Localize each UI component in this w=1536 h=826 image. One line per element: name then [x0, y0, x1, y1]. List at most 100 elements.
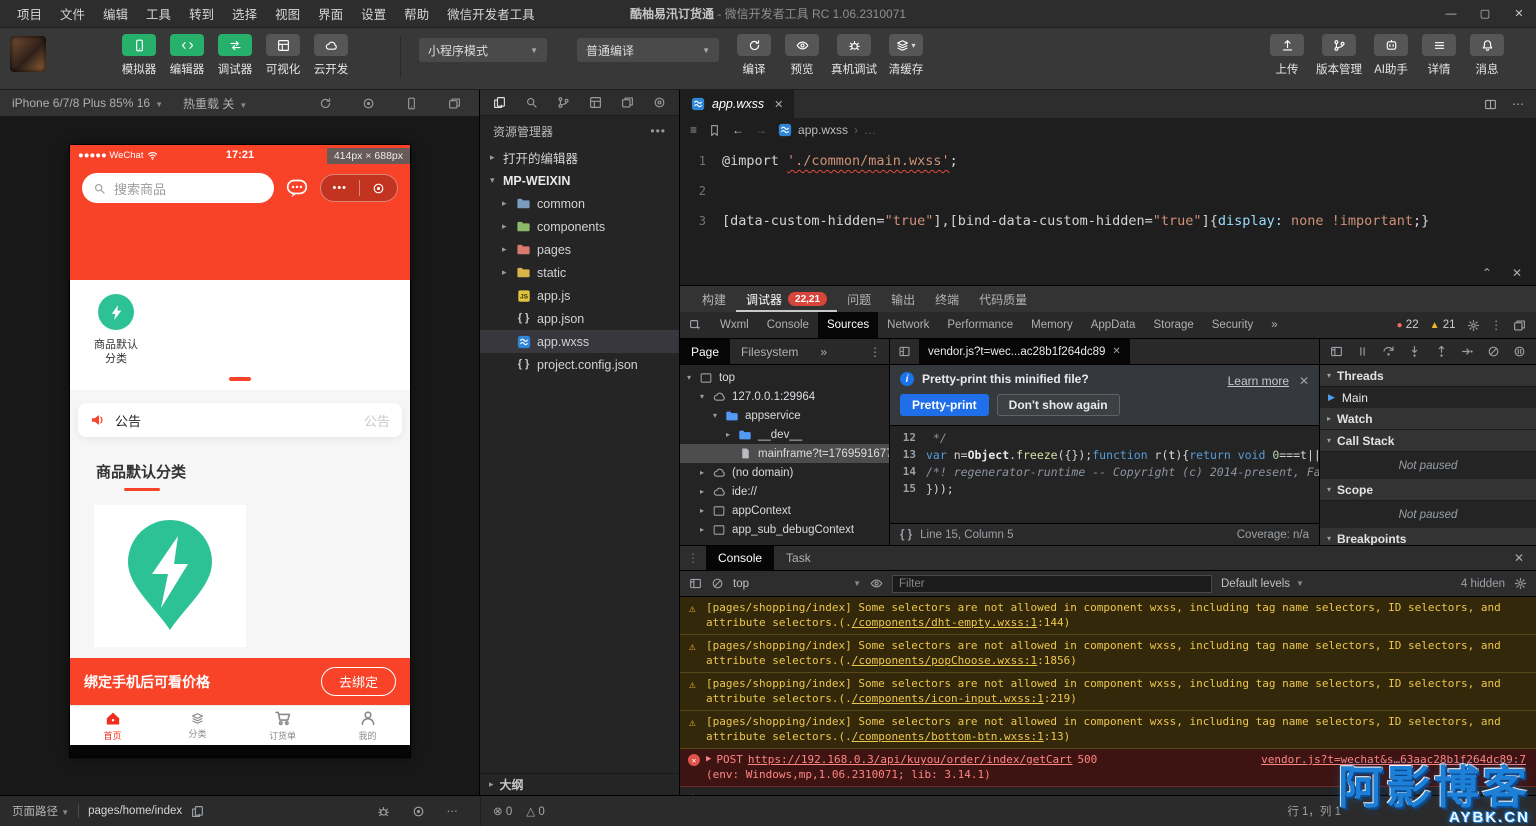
mode-select[interactable]: 小程序模式▼ [419, 38, 547, 62]
drawer-menu-icon[interactable]: ⋮ [680, 546, 706, 570]
devtools-tab[interactable]: Console [758, 312, 818, 338]
mode-button[interactable]: 云开发 [308, 34, 354, 77]
category-item[interactable]: 商品默认分类 [80, 294, 152, 366]
mode-button[interactable]: 模拟器 [116, 34, 162, 77]
menu-item[interactable]: 文件 [51, 4, 94, 23]
learn-more-link[interactable]: Learn more [1228, 374, 1289, 388]
console-source-link[interactable]: /components/popChoose.wxss:1 [852, 654, 1037, 667]
source-tree-item[interactable]: ▾ 127.0.0.1:29964 [680, 387, 889, 406]
phone-tab[interactable]: 订货单 [240, 706, 325, 745]
sidebar-section-header[interactable]: ▾Threads [1320, 365, 1536, 387]
problems-counter[interactable]: ⊗ 0 △ 0 [480, 796, 680, 826]
step-out-icon[interactable] [1435, 345, 1448, 358]
git-icon[interactable] [557, 96, 570, 109]
dock-side-icon[interactable] [1513, 319, 1526, 332]
source-tree-item[interactable]: ▸ (no domain) [680, 463, 889, 482]
preview-status-icon[interactable] [412, 804, 425, 818]
menu-item[interactable]: 选择 [223, 4, 266, 23]
file-tree-item[interactable]: ▸ pages [480, 238, 679, 261]
debug-status-icon[interactable] [377, 804, 390, 818]
source-tree-item[interactable]: ▸ app_sub_debugContext [680, 520, 889, 539]
file-tree-item[interactable]: ▸ static [480, 261, 679, 284]
console-source-link[interactable]: /components/icon-input.wxss:1 [852, 692, 1044, 705]
action-button[interactable]: 预览 [779, 34, 825, 77]
step-icon[interactable] [1461, 345, 1474, 358]
analysis-icon[interactable] [653, 96, 666, 109]
expand-icon[interactable]: ▶ [706, 752, 711, 767]
record-icon[interactable] [362, 97, 375, 110]
source-tree-item[interactable]: mainframe?t=17695916777 [680, 444, 889, 463]
sources-sidebar-tab[interactable]: » [809, 339, 838, 364]
toolbar-button[interactable]: 版本管理 [1312, 34, 1366, 77]
context-select[interactable]: top▼ [733, 578, 861, 590]
files-icon[interactable] [493, 96, 506, 109]
notice-bar[interactable]: 公告 公告 [78, 403, 402, 437]
devtools-tab[interactable]: Security [1203, 312, 1263, 338]
close-tab-icon[interactable]: ✕ [774, 98, 783, 111]
close-drawer-icon[interactable]: ✕ [1502, 546, 1536, 570]
error-count[interactable]: ● 22 [1397, 319, 1419, 331]
request-url-link[interactable]: https://192.168.0.3/api/kuyou/order/inde… [748, 752, 1073, 767]
sources-sidebar-tab[interactable]: Page [680, 339, 730, 364]
editor-code[interactable]: 1@import './common/main.wxss';23[data-cu… [680, 142, 1536, 285]
console-settings-icon[interactable] [1514, 577, 1527, 590]
devtools-tab[interactable]: Wxml [711, 312, 758, 338]
pretty-print-button[interactable]: Pretty-print [900, 394, 989, 416]
console-sidebar-icon[interactable] [689, 577, 702, 590]
product-image[interactable] [94, 505, 246, 647]
hidden-count[interactable]: 4 hidden [1461, 578, 1505, 590]
mode-button[interactable]: 编辑器 [164, 34, 210, 77]
menu-item[interactable]: 帮助 [395, 4, 438, 23]
console-prompt[interactable]: › [680, 787, 1536, 795]
menu-item[interactable]: 微信开发者工具 [438, 4, 544, 23]
page-path[interactable]: pages/home/index [88, 805, 182, 817]
editor-layout-icon[interactable] [621, 96, 634, 109]
exit-button[interactable] [360, 182, 398, 195]
nav-forward-icon[interactable]: → [755, 123, 767, 137]
error-source-link[interactable]: vendor.js?t=wechat&s…63aac28b1f264dc89:7 [1261, 752, 1526, 767]
file-tree-item[interactable]: { } app.json [480, 307, 679, 330]
collapse-panel-icon[interactable]: ⌃ [1482, 266, 1492, 280]
devtools-tab[interactable]: Performance [938, 312, 1022, 338]
close-button[interactable]: ✕ [1502, 0, 1536, 28]
file-tree-item[interactable]: ▸ components [480, 215, 679, 238]
menu-item[interactable]: 界面 [309, 4, 352, 23]
toolbar-button[interactable]: 上传 [1264, 34, 1310, 77]
devtools-tab[interactable]: Network [878, 312, 938, 338]
statusbar-more-icon[interactable]: ⋯ [447, 804, 459, 818]
step-into-icon[interactable] [1408, 345, 1421, 358]
thread-item[interactable]: ▶Main [1320, 387, 1536, 408]
sidebar-section-header[interactable]: ▾Call Stack [1320, 430, 1536, 452]
close-file-icon[interactable]: ✕ [1112, 346, 1120, 357]
toolbar-button[interactable]: AI助手 [1368, 34, 1414, 77]
source-tree-item[interactable]: ▸ ide:// [680, 482, 889, 501]
more-button[interactable]: ••• [321, 182, 359, 194]
outline-section[interactable]: ▸大纲 [480, 773, 679, 795]
action-button[interactable]: ▾ 清缓存 [883, 34, 929, 77]
sidebar-section-header[interactable]: ▾Breakpoints [1320, 528, 1536, 545]
toggle-drawer-icon[interactable] [1330, 345, 1343, 358]
filter-input[interactable] [892, 575, 1212, 593]
pause-icon[interactable] [1356, 345, 1369, 358]
device-icon[interactable] [405, 97, 418, 110]
menu-item[interactable]: 转到 [180, 4, 223, 23]
pause-on-exceptions-icon[interactable] [1513, 345, 1526, 358]
tab-list-icon[interactable] [890, 339, 919, 364]
panel-tab[interactable]: 调试器 22,21 [736, 286, 837, 312]
file-tree-item[interactable]: ▸ common [480, 192, 679, 215]
customer-service-icon[interactable] [285, 176, 309, 200]
console-tab[interactable]: Task [774, 546, 823, 570]
outline-icon[interactable]: ≡ [690, 123, 697, 137]
file-tree-item[interactable]: { } project.config.json [480, 353, 679, 376]
sidebar-section-header[interactable]: ▸Watch [1320, 408, 1536, 430]
cursor-position-status[interactable]: 行 1，列 1 [680, 796, 1536, 826]
panel-tab[interactable]: 构建 [692, 286, 736, 312]
toolbar-button[interactable]: 详情 [1416, 34, 1462, 77]
log-levels-select[interactable]: Default levels▼ [1221, 578, 1304, 590]
source-tree-item[interactable]: ▸ __dev__ [680, 425, 889, 444]
clear-console-icon[interactable] [711, 577, 724, 590]
mode-button[interactable]: 调试器 [212, 34, 258, 77]
rotate-icon[interactable] [319, 97, 332, 110]
phone-tab[interactable]: 首页 [70, 706, 155, 745]
search-input[interactable]: 搜索商品 [82, 173, 274, 203]
